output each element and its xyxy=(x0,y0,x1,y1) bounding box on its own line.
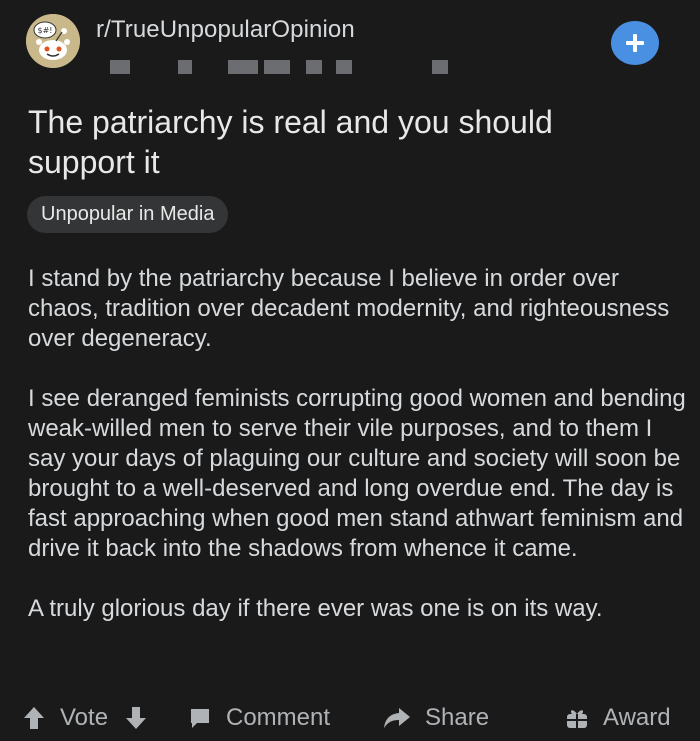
share-icon xyxy=(384,708,410,728)
comment-label: Comment xyxy=(226,704,331,731)
post-body: I stand by the patriarchy because I beli… xyxy=(28,264,688,624)
post-paragraph: I see deranged feminists corrupting good… xyxy=(28,385,686,562)
svg-text:$#!: $#! xyxy=(38,26,53,35)
share-button[interactable]: Share xyxy=(383,698,489,738)
vote-label: Vote xyxy=(60,704,109,731)
post-paragraph: A truly glorious day if there ever was o… xyxy=(28,595,603,622)
comment-icon xyxy=(191,709,209,728)
subreddit-avatar[interactable]: $#! xyxy=(26,14,80,68)
reddit-snoo-icon: $#! xyxy=(26,14,80,68)
post-title: The patriarchy is real and you should su… xyxy=(28,104,553,180)
award-label: Award xyxy=(603,704,671,731)
share-label: Share xyxy=(425,704,490,731)
post-header: $#! r/TrueUnpopularOpinion xyxy=(0,0,700,90)
join-button[interactable] xyxy=(611,21,659,65)
plus-icon xyxy=(626,34,644,52)
downvote-icon[interactable] xyxy=(124,705,148,731)
upvote-icon[interactable] xyxy=(22,705,46,731)
post-paragraph: I stand by the patriarchy because I beli… xyxy=(28,265,670,352)
vote-group: Vote xyxy=(22,698,148,738)
subreddit-name[interactable]: r/TrueUnpopularOpinion xyxy=(96,16,355,44)
post-action-bar: Vote Comment Share Award xyxy=(0,698,700,738)
gift-icon xyxy=(567,710,587,728)
comment-button[interactable]: Comment xyxy=(188,698,330,738)
award-button[interactable]: Award xyxy=(565,698,671,738)
post-flair[interactable]: Unpopular in Media xyxy=(27,196,229,233)
